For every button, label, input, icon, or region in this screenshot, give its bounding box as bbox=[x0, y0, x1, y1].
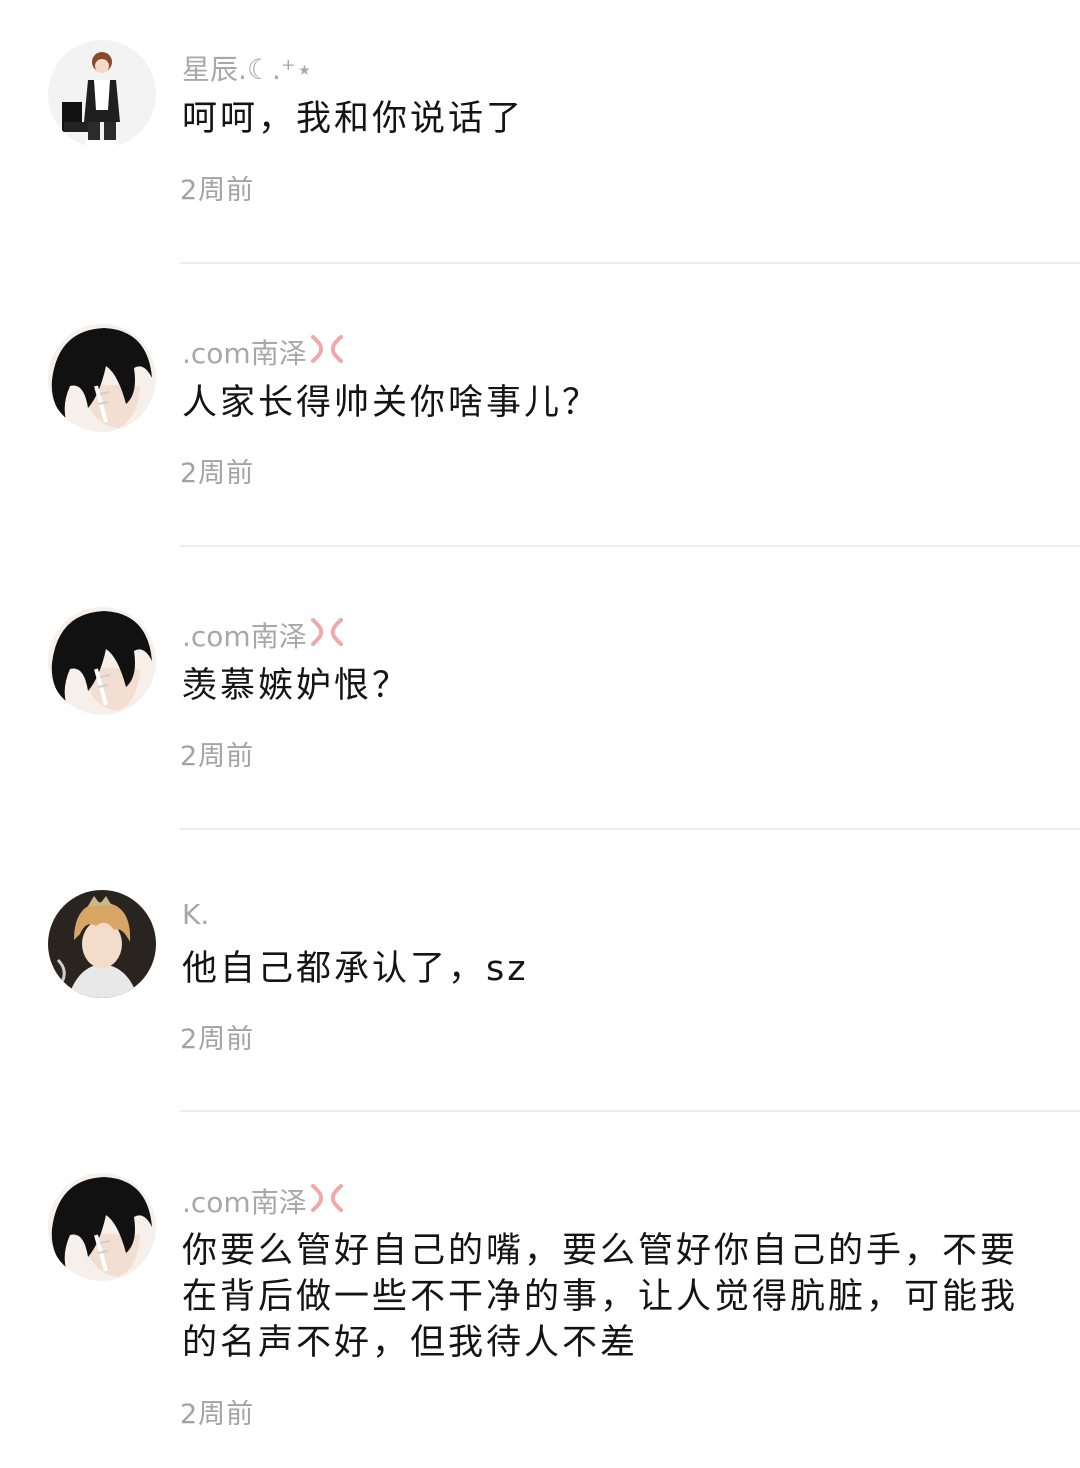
comment-time: 2周前 bbox=[180, 1399, 255, 1430]
username-text: K. bbox=[182, 898, 210, 931]
avatar-blond-crown-icon bbox=[48, 890, 156, 998]
username-text: .com南泽 bbox=[182, 337, 307, 370]
divider bbox=[180, 828, 1080, 830]
username[interactable]: .com南泽 bbox=[182, 1181, 345, 1221]
comment-time: 2周前 bbox=[180, 175, 255, 206]
user-avatar[interactable] bbox=[48, 324, 156, 432]
anger-icon bbox=[309, 1183, 345, 1220]
username[interactable]: .com南泽 bbox=[182, 615, 345, 655]
username[interactable]: K. bbox=[182, 898, 209, 931]
avatar-dark-hair-icon bbox=[48, 324, 156, 432]
username-text: .com南泽 bbox=[182, 1186, 307, 1219]
comment-time: 2周前 bbox=[180, 458, 255, 489]
avatar-dark-hair-icon bbox=[48, 607, 156, 715]
avatar-boy-standing-icon bbox=[48, 40, 156, 148]
user-avatar[interactable] bbox=[48, 40, 156, 148]
username[interactable]: .com南泽 bbox=[182, 332, 345, 372]
username[interactable]: 星辰.☾.⁺⋆ bbox=[182, 48, 313, 88]
comment-text: 他自己都承认了，sz bbox=[182, 949, 529, 989]
avatar-dark-hair-icon bbox=[48, 1173, 156, 1281]
divider bbox=[180, 1110, 1080, 1112]
divider bbox=[180, 545, 1080, 547]
divider bbox=[180, 262, 1080, 264]
comment-text: 你要么管好自己的嘴，要么管好你自己的手，不要在背后做一些不干净的事，让人觉得肮脏… bbox=[182, 1231, 1019, 1363]
user-avatar[interactable] bbox=[48, 890, 156, 998]
username-text: .com南泽 bbox=[182, 620, 307, 653]
anger-icon bbox=[309, 334, 345, 371]
comment-time: 2周前 bbox=[180, 741, 255, 772]
comment-text: 呵呵，我和你说话了 bbox=[182, 99, 525, 139]
user-avatar[interactable] bbox=[48, 1173, 156, 1281]
anger-icon bbox=[309, 617, 345, 654]
comment-text: 人家长得帅关你啥事儿？ bbox=[182, 383, 601, 423]
username-text: 星辰.☾.⁺⋆ bbox=[182, 53, 314, 86]
comment-text: 羡慕嫉妒恨？ bbox=[182, 666, 411, 706]
comment-time: 2周前 bbox=[180, 1024, 255, 1055]
user-avatar[interactable] bbox=[48, 607, 156, 715]
